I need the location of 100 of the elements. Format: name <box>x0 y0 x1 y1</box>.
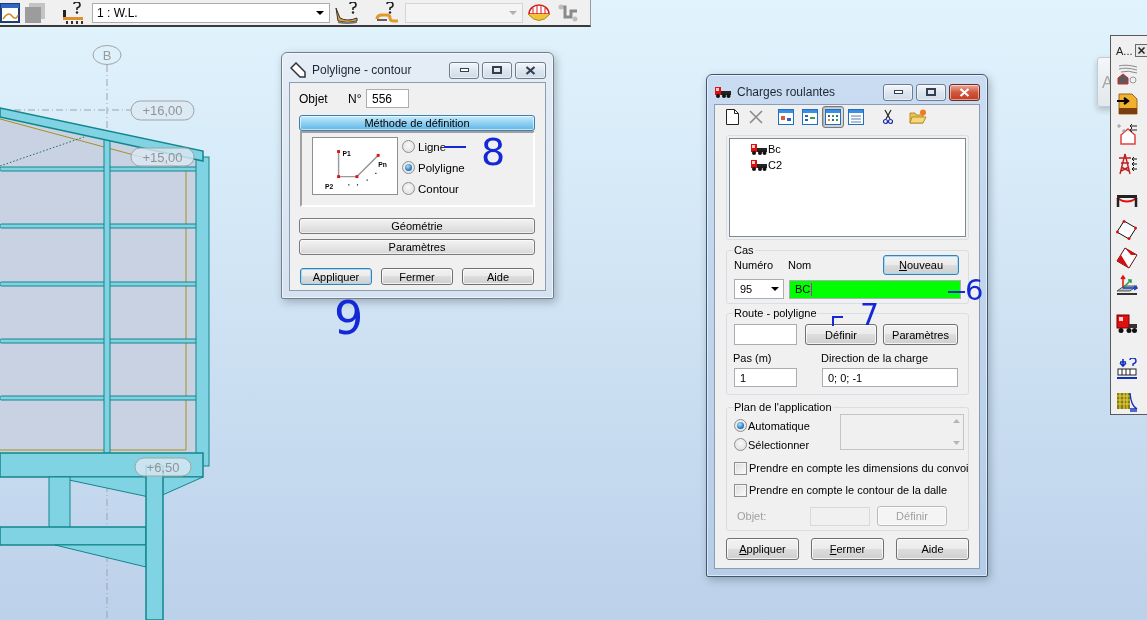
field-label: Numéro <box>734 259 774 271</box>
field-label: Nom <box>788 259 812 271</box>
radio-label: Automatique <box>748 419 810 432</box>
close-icon <box>1137 47 1145 54</box>
field-label: Objet: <box>737 510 767 522</box>
minimize-icon <box>893 90 903 94</box>
radio-label: Sélectionner <box>748 438 810 451</box>
new-button[interactable]: Nouveau <box>883 255 959 275</box>
direction-field[interactable]: 0; 0; -1 <box>822 368 958 387</box>
window-title: Polyligne - contour <box>312 63 412 77</box>
open-folder-icon <box>909 109 927 125</box>
arrow-file-icon[interactable] <box>1116 93 1138 115</box>
wind-house-icon[interactable] <box>1116 63 1138 85</box>
radio-button[interactable] <box>402 182 415 195</box>
checkbox[interactable] <box>734 461 747 475</box>
truck-icon <box>751 159 767 171</box>
radio-button[interactable] <box>402 140 415 153</box>
name-field[interactable]: BC <box>789 279 961 299</box>
tree-item[interactable]: Bc <box>768 143 781 155</box>
beam-help-icon[interactable] <box>62 1 84 24</box>
section-header[interactable]: Paramètres <box>299 239 535 255</box>
annotation-dash <box>444 146 466 148</box>
route-field[interactable] <box>734 324 797 345</box>
minimize-icon <box>459 68 469 72</box>
section-header[interactable]: Géométrie <box>299 218 535 234</box>
annotation-number: 8 <box>481 138 506 167</box>
axis-bubble: B <box>92 45 122 65</box>
field-label: N° <box>348 91 362 106</box>
step-field[interactable]: 1 <box>734 368 797 387</box>
minimize-button[interactable] <box>883 83 913 101</box>
radio-label: Ligne <box>418 140 447 153</box>
dropdown-arrow-icon <box>509 10 517 15</box>
plate-icon[interactable] <box>1116 219 1138 241</box>
hook-help-icon[interactable] <box>375 1 399 24</box>
group-title: Cas <box>733 244 755 256</box>
dialog-button[interactable]: Aide <box>462 268 534 285</box>
view-window-icon <box>802 109 818 125</box>
scroll-down-icon <box>953 441 960 445</box>
restore-icon <box>926 88 936 96</box>
slanted-panel-icon[interactable] <box>1116 247 1138 269</box>
close-button[interactable] <box>515 61 546 79</box>
group-title: Plan de l'application <box>733 401 833 413</box>
annotation-number: 9 <box>334 301 364 336</box>
field-label: Objet <box>299 91 328 106</box>
polygon-icon <box>290 62 306 78</box>
truck-icon[interactable] <box>1116 312 1138 334</box>
checkbox[interactable] <box>734 483 747 497</box>
tree-item[interactable]: C2 <box>768 159 783 171</box>
restore-button[interactable] <box>482 61 512 79</box>
profile-help-icon[interactable] <box>335 1 359 24</box>
section-header[interactable]: Méthode de définition <box>299 115 535 131</box>
dialog-button[interactable]: Aide <box>896 538 969 560</box>
level-label: +15,00 <box>130 147 195 167</box>
cut-icon <box>883 109 893 125</box>
level-label: +16,00 <box>130 100 195 121</box>
wave-icon[interactable] <box>557 2 579 23</box>
radio-label: Polyligne <box>418 161 465 174</box>
annotation-bracket <box>832 316 843 326</box>
snow-house-icon[interactable] <box>1116 123 1138 145</box>
level-label: +6,50 <box>134 457 192 477</box>
dome-icon[interactable] <box>527 2 551 23</box>
close-icon <box>525 65 536 75</box>
restore-button[interactable] <box>916 83 946 101</box>
radio-label: Contour <box>418 182 459 195</box>
hatched-block-icon[interactable] <box>1116 390 1138 412</box>
number-field[interactable]: 556 <box>366 89 409 108</box>
frame-icon[interactable] <box>0 2 20 23</box>
number-combo[interactable]: 95 <box>734 279 784 299</box>
view-window-icon <box>848 109 864 125</box>
annotation-dash <box>948 291 965 293</box>
radio-button[interactable] <box>734 419 747 432</box>
annotation-number: 6 <box>965 280 984 302</box>
pylon-icon[interactable] <box>1116 153 1138 175</box>
dropdown-arrow-icon <box>771 287 779 291</box>
dropdown-arrow-icon <box>316 10 324 15</box>
close-button[interactable] <box>949 83 980 101</box>
radio-button[interactable] <box>402 161 415 174</box>
minimize-button[interactable] <box>449 61 479 79</box>
load-case-combo[interactable]: 1 : W.L. <box>92 2 330 23</box>
define-button[interactable]: Définir <box>805 324 877 345</box>
palette-title: A... <box>1116 44 1133 57</box>
scroll-up-icon <box>953 419 960 423</box>
truck-icon <box>715 86 731 98</box>
field-label: Direction de la charge <box>821 352 928 364</box>
radio-button[interactable] <box>734 438 747 451</box>
group-title: Route - polyligne <box>733 307 818 319</box>
delete-icon <box>749 110 763 124</box>
parameters-button[interactable]: Paramètres <box>883 324 958 345</box>
axes-icon[interactable] <box>1116 274 1138 296</box>
view-window-icon <box>778 109 794 125</box>
annotation-number: 7 <box>860 304 880 327</box>
dialog-button[interactable]: Appliquer <box>300 268 372 285</box>
dialog-button[interactable]: Fermer <box>811 538 884 560</box>
window-title: Charges roulantes <box>737 85 836 99</box>
dialog-button[interactable]: Fermer <box>381 268 453 285</box>
checkbox-label: Prendre en compte le contour de la dalle <box>749 484 948 496</box>
palette-close-button[interactable] <box>1134 44 1147 57</box>
close-icon <box>959 87 970 97</box>
dialog-button[interactable]: Appliquer <box>726 538 799 560</box>
load-help-icon[interactable] <box>1116 358 1138 380</box>
